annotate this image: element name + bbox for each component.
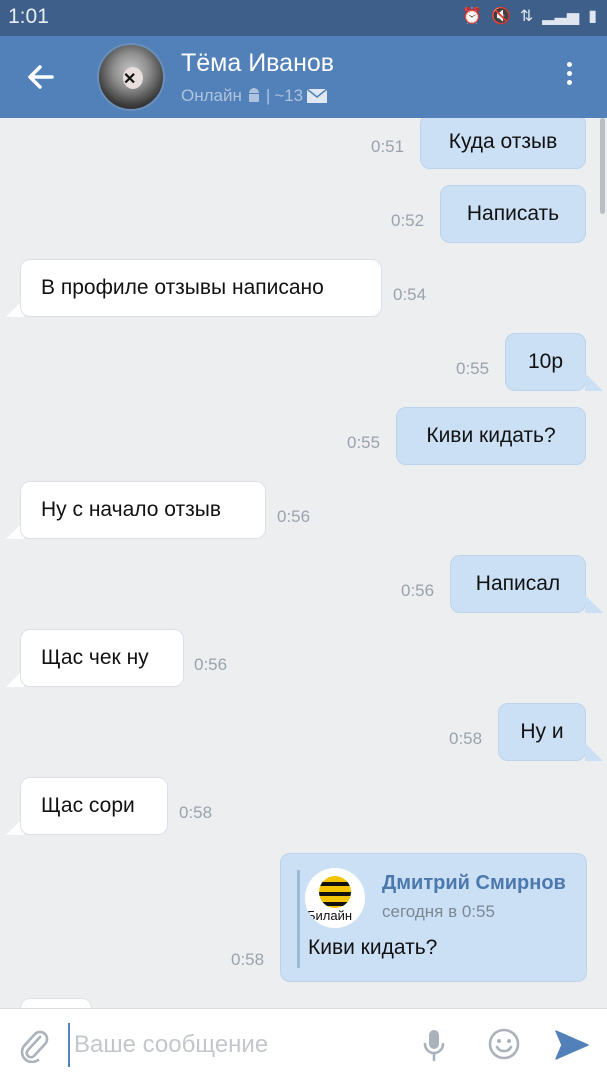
message-bubble-in[interactable]: Ну с начало отзыв: [20, 481, 266, 539]
message-bubble-out[interactable]: Киви кидать?: [396, 407, 586, 465]
message-time: 0:54: [393, 285, 427, 304]
forward-quote-line: [297, 870, 300, 968]
message-list[interactable]: Куда отзыв 0:51 Написать 0:52 В профиле …: [0, 118, 607, 1008]
last-seen: ~13: [274, 86, 304, 105]
send-icon: [555, 1030, 589, 1060]
message-text: В профиле отзывы написано: [41, 276, 324, 299]
forward-date: сегодня в 0:55: [382, 902, 495, 921]
message-bubble-out[interactable]: Написать: [440, 185, 586, 243]
message-bubble-in[interactable]: В профиле отзывы написано: [20, 259, 382, 317]
message-text: Написал: [475, 572, 561, 595]
message-time: 0:58: [231, 950, 265, 969]
message-text: Ну с начало отзыв: [41, 498, 221, 521]
message-input[interactable]: [68, 1023, 398, 1067]
message-bubble-out[interactable]: Написал: [450, 555, 586, 613]
message-bubble-in[interactable]: Щас сори: [20, 777, 168, 835]
forwarded-message[interactable]: Билайн Дмитрий Смирнов сегодня в 0:55 Ки…: [280, 853, 587, 982]
android-icon: [248, 88, 259, 102]
status-icons: ⏰ 🔇 ⇅ ▂▃▅ ▮: [462, 7, 597, 27]
message-time: 0:56: [277, 507, 311, 526]
message-bubble-out[interactable]: 10р: [505, 333, 586, 391]
alarm-icon: ⏰: [462, 8, 482, 25]
envelope-icon: [307, 89, 328, 103]
status-bar: 1:01 ⏰ 🔇 ⇅ ▂▃▅ ▮: [0, 0, 607, 36]
emoji-button[interactable]: [487, 1027, 521, 1061]
beeline-logo-icon: [319, 876, 351, 908]
signal-icon: ▂▃▅: [542, 8, 580, 25]
contact-name[interactable]: Тёма Иванов: [181, 49, 334, 78]
smiley-icon: [488, 1028, 520, 1060]
microphone-button[interactable]: [420, 1026, 448, 1064]
avatar-mark: ✕: [123, 71, 137, 88]
contact-avatar[interactable]: ✕: [97, 43, 165, 111]
send-button[interactable]: [554, 1029, 590, 1061]
more-options-button[interactable]: [561, 58, 577, 96]
microphone-icon: [423, 1030, 445, 1062]
attach-button[interactable]: [16, 1027, 50, 1064]
message-text: Куда отзыв: [448, 129, 558, 153]
back-arrow-icon: [28, 65, 54, 89]
message-bubble-in[interactable]: Щас чек ну: [20, 629, 184, 687]
message-bubble-out[interactable]: Куда отзыв: [420, 118, 586, 169]
scrollbar[interactable]: [600, 118, 605, 214]
message-text: Щас сори: [41, 794, 135, 817]
online-status: Онлайн: [181, 86, 242, 105]
message-text: Киви кидать?: [426, 424, 556, 447]
message-time: 0:58: [449, 729, 483, 748]
message-text: Написать: [466, 202, 560, 225]
message-bubble-in-partial[interactable]: [20, 998, 92, 1008]
message-input-bar: [0, 1008, 607, 1080]
avatar-logo-text: Билайн: [307, 908, 353, 923]
network-icon: ⇅: [519, 8, 534, 25]
contact-status: Онлайн | ~13: [181, 86, 328, 106]
message-time: 0:55: [456, 359, 490, 378]
mute-icon: 🔇: [490, 8, 511, 25]
message-time: 0:56: [194, 655, 228, 674]
forward-text: Киви кидать?: [308, 936, 438, 959]
message-text: Ну и: [520, 720, 564, 743]
message-text: 10р: [527, 350, 564, 373]
message-time: 0:51: [371, 137, 405, 156]
message-text: Щас чек ну: [41, 646, 149, 669]
forward-author-avatar[interactable]: Билайн: [305, 868, 365, 928]
status-separator: |: [265, 86, 271, 105]
paperclip-icon: [20, 1030, 49, 1064]
status-time: 1:01: [8, 5, 49, 28]
message-time: 0:55: [347, 433, 381, 452]
message-bubble-out[interactable]: Ну и: [498, 703, 586, 761]
message-time: 0:58: [179, 803, 213, 822]
chat-header: ✕ Тёма Иванов Онлайн | ~13: [0, 36, 607, 118]
message-time: 0:52: [391, 211, 425, 230]
forward-author-name[interactable]: Дмитрий Смирнов: [382, 872, 566, 895]
message-time: 0:56: [401, 581, 435, 600]
battery-icon: ▮: [588, 8, 597, 25]
more-dot-icon: [566, 62, 572, 67]
back-button[interactable]: [22, 58, 60, 96]
